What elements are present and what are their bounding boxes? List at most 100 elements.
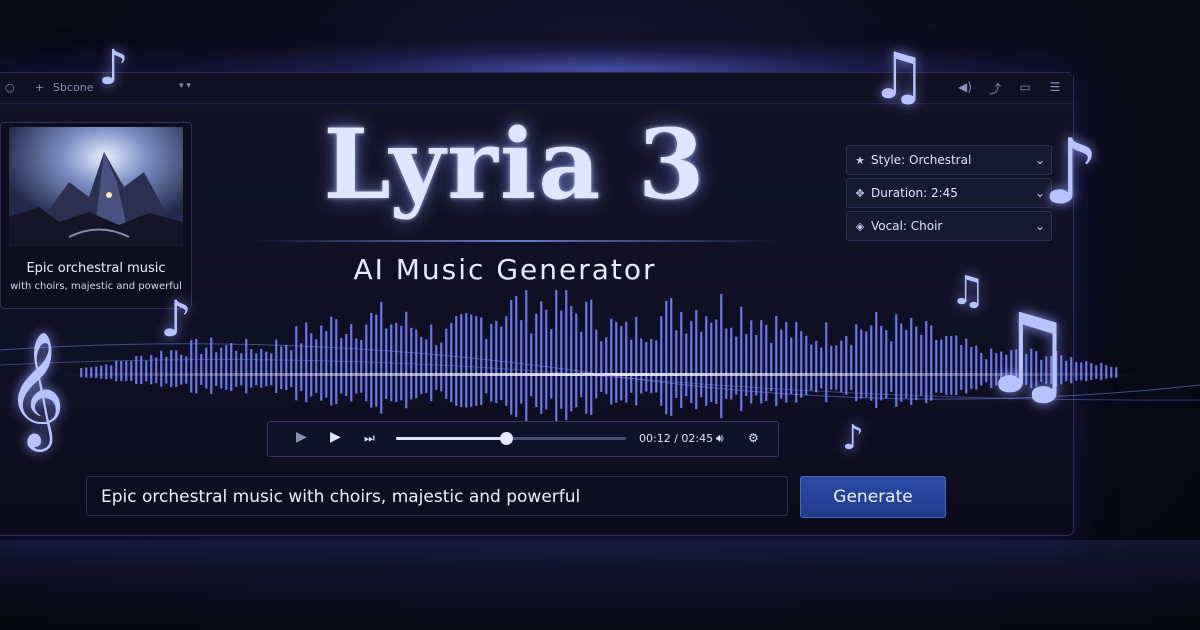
waveform-bar (845, 336, 848, 395)
waveform-bar (730, 327, 733, 400)
waveform-bar (1100, 362, 1103, 381)
waveform-bar (920, 334, 923, 396)
volume-icon[interactable]: ◀) (957, 80, 973, 97)
waveform-bar (900, 323, 903, 402)
seek-handle[interactable] (500, 432, 514, 445)
waveform-bar (600, 341, 603, 393)
search-label[interactable]: Sbcone (53, 81, 93, 94)
waveform-bar (1095, 365, 1098, 379)
waveform-bar (615, 321, 618, 403)
waveform-bar (425, 339, 428, 394)
waveform-bar (120, 361, 123, 382)
waveform-bar (240, 353, 243, 386)
waveform-bar (680, 312, 683, 409)
waveform-bar (115, 360, 118, 382)
waveform-bar (375, 314, 378, 407)
waveform-bar (945, 336, 948, 395)
time-display: 00:12 / 02:45 (639, 432, 714, 445)
waveform-bar (850, 345, 853, 390)
waveform-bar (720, 293, 723, 419)
vocal-select-label: Vocal: Choir (871, 219, 943, 233)
waveform-bar (665, 300, 668, 415)
music-note-icon: ♪ (842, 418, 864, 458)
waveform-bar (1080, 362, 1083, 381)
share-icon[interactable]: ⤴ (987, 80, 1003, 97)
waveform-bar (820, 347, 823, 389)
waveform-bar (1085, 361, 1088, 382)
music-note-icon: ♫ (978, 290, 1077, 418)
waveform-bar (205, 347, 208, 389)
skip-icon[interactable]: ⏭ (364, 431, 375, 446)
music-note-icon: ♪ (98, 40, 129, 96)
waveform-bar (550, 329, 553, 399)
waveform-bar (480, 317, 483, 406)
waveform-bar (690, 321, 693, 403)
style-select[interactable]: ★ Style: Orchestral ⌄ (846, 145, 1052, 175)
waveform-bar (250, 349, 253, 388)
waveform-bar (405, 311, 408, 409)
waveform-bar (85, 367, 88, 378)
waveform-bar (830, 345, 833, 390)
waveform-bar (655, 340, 658, 393)
waveform-bar (650, 338, 653, 394)
waveform-bar (525, 290, 528, 425)
waveform-bar (575, 313, 578, 408)
dropdown-caret[interactable]: ▾ ▾ (179, 81, 191, 91)
waveform-bar (590, 299, 593, 415)
waveform-bar (950, 336, 953, 395)
volume-icon[interactable]: 🔊︎ (716, 431, 724, 446)
duration-select[interactable]: ✥ Duration: 2:45 ⌄ (846, 178, 1052, 208)
waveform-bar (880, 325, 883, 401)
seek-bar-fill (396, 437, 507, 440)
waveform-bar (930, 325, 933, 401)
waveform-bar (675, 330, 678, 398)
waveform-bar (685, 333, 688, 397)
waveform-bar (625, 321, 628, 403)
waveform-bar (335, 319, 338, 405)
waveform-bar (350, 324, 353, 402)
waveform-bar (440, 342, 443, 392)
menu-icon[interactable]: ☰ (1047, 80, 1063, 97)
waveform-bar (755, 335, 758, 396)
waveform-bar (740, 306, 743, 411)
screen-icon[interactable]: ▭ (1017, 80, 1033, 97)
floor-reflection (0, 540, 1200, 630)
waveform-bar (770, 342, 773, 392)
thumbnail-card[interactable]: Epic orchestral music with choirs, majes… (0, 122, 192, 309)
circle-icon[interactable]: ○ (5, 81, 15, 94)
waveform-bar (325, 331, 328, 398)
prompt-input[interactable]: Epic orchestral music with choirs, majes… (86, 476, 788, 516)
page-subtitle: AI Music Generator (353, 253, 657, 286)
waveform-bar (545, 309, 548, 410)
waveform-bar (935, 340, 938, 393)
settings-icon[interactable]: ⚙ (748, 431, 759, 445)
waveform-bar (620, 325, 623, 401)
waveform-bar (475, 316, 478, 406)
waveform-bar (320, 325, 323, 401)
play-button[interactable]: ▶ (330, 429, 341, 445)
waveform-bar (215, 352, 218, 386)
plus-icon[interactable]: + (35, 81, 44, 94)
waveform-bar (955, 335, 958, 396)
waveform-bar (465, 313, 468, 408)
waveform-bar (565, 290, 568, 421)
waveform-bar (175, 350, 178, 387)
waveform-bar (145, 360, 148, 382)
waveform-bar (315, 339, 318, 394)
play-outline-icon[interactable]: ▶ (296, 429, 307, 445)
waveform-bar (190, 340, 193, 393)
waveform-bar (785, 321, 788, 403)
waveform-bar (455, 316, 458, 406)
waveform-bar (705, 316, 708, 406)
waveform-bar (885, 330, 888, 399)
waveform-bar (910, 317, 913, 405)
generate-button[interactable]: Generate (800, 476, 946, 518)
seek-bar[interactable] (396, 432, 626, 445)
waveform-bar (595, 329, 598, 399)
waveform-bar (385, 328, 388, 399)
waveform-bar (860, 329, 863, 399)
waveform-bar (225, 345, 228, 390)
vocal-select[interactable]: ◈ Vocal: Choir ⌄ (846, 211, 1052, 241)
waveform-bar (965, 338, 968, 394)
waveform-bar (155, 357, 158, 384)
